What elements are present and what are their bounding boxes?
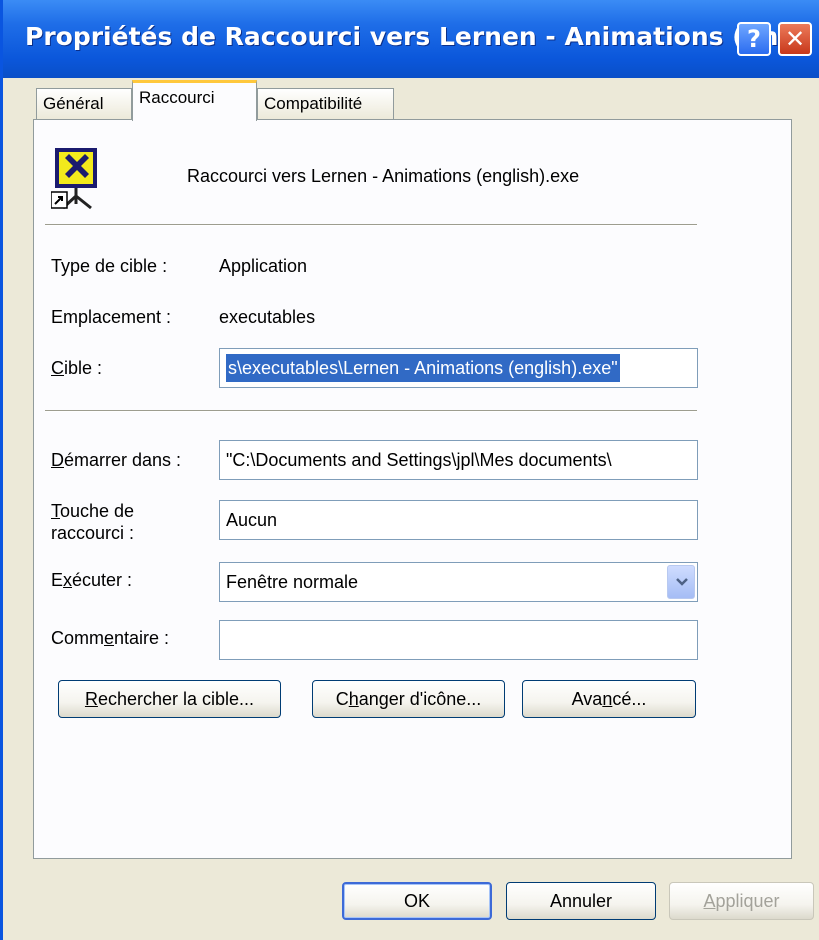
- run-label: Exécuter :: [51, 570, 133, 590]
- window-title: Propriétés de Raccourci vers Lernen - An…: [25, 22, 807, 51]
- find-target-button[interactable]: Rechercher la cible...: [58, 680, 281, 718]
- target-type-value: Application: [219, 256, 308, 276]
- tab-compatibility[interactable]: Compatibilité: [257, 88, 394, 120]
- target-input-selection: s\executables\Lernen - Animations (engli…: [226, 354, 620, 382]
- tab-general[interactable]: Général: [36, 88, 132, 120]
- target-input[interactable]: s\executables\Lernen - Animations (engli…: [219, 348, 698, 388]
- properties-dialog: Propriétés de Raccourci vers Lernen - An…: [0, 0, 819, 940]
- start-in-label: Démarrer dans :: [51, 450, 182, 470]
- run-select-value: Fenêtre normale: [226, 572, 359, 592]
- change-icon-button[interactable]: Changer d'icône...: [312, 680, 505, 718]
- location-value: executables: [219, 307, 316, 327]
- comment-label: Commentaire :: [51, 628, 170, 648]
- ok-button[interactable]: OK: [342, 882, 492, 920]
- hotkey-input[interactable]: Aucun: [219, 500, 698, 540]
- help-button[interactable]: ?: [737, 22, 771, 56]
- close-icon: ✕: [784, 25, 806, 53]
- dropdown-button[interactable]: [667, 565, 695, 599]
- tab-panel: [33, 119, 792, 859]
- hotkey-label: Touche de raccourci :: [51, 501, 135, 543]
- start-in-input[interactable]: "C:\Documents and Settings\jpl\Mes docum…: [219, 440, 698, 480]
- apply-button[interactable]: Appliquer: [669, 882, 814, 920]
- comment-input[interactable]: [219, 620, 698, 660]
- close-button[interactable]: ✕: [778, 22, 812, 56]
- target-type-label: Type de cible :: [51, 256, 168, 276]
- separator: [45, 224, 697, 226]
- chevron-down-icon: [676, 578, 688, 586]
- run-select[interactable]: Fenêtre normale: [219, 562, 698, 602]
- cancel-button[interactable]: Annuler: [506, 882, 656, 920]
- help-icon: ?: [747, 25, 761, 53]
- advanced-button[interactable]: Avancé...: [522, 680, 696, 718]
- location-label: Emplacement :: [51, 307, 172, 327]
- shortcut-name: Raccourci vers Lernen - Animations (engl…: [187, 166, 580, 186]
- shortcut-app-icon: [50, 146, 101, 210]
- target-label: Cible :: [51, 358, 103, 378]
- tab-shortcut[interactable]: Raccourci: [132, 80, 257, 121]
- separator: [45, 410, 697, 412]
- tab-strip: Général Raccourci Compatibilité: [33, 78, 793, 121]
- title-bar[interactable]: Propriétés de Raccourci vers Lernen - An…: [3, 0, 819, 78]
